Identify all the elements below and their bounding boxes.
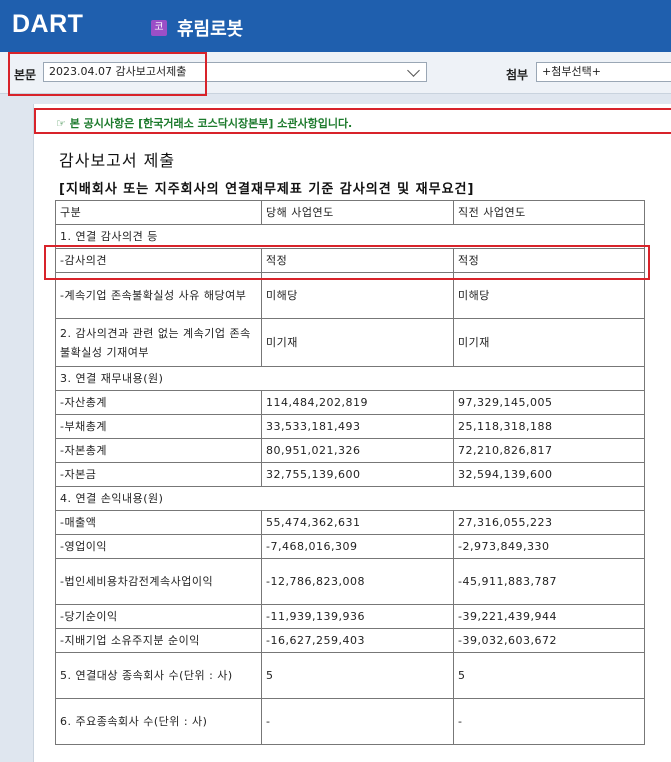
row-label-cell: -부채총계 — [55, 414, 262, 439]
section-header-cell: 4. 연결 손익내용(원) — [55, 486, 645, 511]
table-row: -영업이익 -7,468,016,309 -2,973,849,330 — [55, 534, 645, 559]
dart-logo[interactable]: DART — [12, 10, 83, 39]
row-label-cell: 2. 감사의견과 관련 없는 계속기업 존속 불확실성 기재여부 — [55, 318, 262, 367]
dart-logo-text: DART — [12, 10, 84, 38]
row-label-cell: -지배기업 소유주지분 순이익 — [55, 628, 262, 653]
row-label-cell: -자본금 — [55, 462, 262, 487]
column-header: 구분 — [55, 200, 262, 225]
table-row: 4. 연결 손익내용(원) — [55, 486, 645, 511]
prior-year-cell: - — [453, 698, 645, 745]
table-row: -법인세비용차감전계속사업이익 -12,786,823,008 -45,911,88… — [55, 558, 645, 605]
audit-opinion-row-highlight — [44, 245, 650, 280]
prior-year-cell: 72,210,826,817 — [453, 438, 645, 463]
prior-year-cell: 5 — [453, 652, 645, 699]
current-year-cell: 미기재 — [261, 318, 454, 367]
chevron-down-icon — [407, 64, 420, 77]
column-header: 직전 사업연도 — [453, 200, 645, 225]
table-row: 6. 주요종속회사 수(단위 : 사) - - — [55, 698, 645, 745]
row-label-cell: 5. 연결대상 종속회사 수(단위 : 사) — [55, 652, 262, 699]
company-name[interactable]: 휴림로봇 — [177, 15, 243, 41]
audit-summary-table: 구분 당해 사업연도 직전 사업연도 1. 연결 감사의견 등 -감사의견 적정 적정… — [55, 200, 645, 745]
prior-year-cell: 32,594,139,600 — [453, 462, 645, 487]
table-row: 2. 감사의견과 관련 없는 계속기업 존속 불확실성 기재여부 미기재 미기재 — [55, 318, 645, 367]
current-year-cell: -11,939,139,936 — [261, 604, 454, 629]
prior-year-cell: -45,911,883,787 — [453, 558, 645, 605]
table-row: -지배기업 소유주지분 순이익 -16,627,259,403 -39,032,60… — [55, 628, 645, 653]
prior-year-cell: 미기재 — [453, 318, 645, 367]
table-row: 3. 연결 재무내용(원) — [55, 366, 645, 391]
section-header-cell: 3. 연결 재무내용(원) — [55, 366, 645, 391]
attach-select-value: +첨부선택+ — [542, 65, 601, 78]
current-year-cell: -16,627,259,403 — [261, 628, 454, 653]
document-title: 감사보고서 제출 — [59, 151, 176, 170]
prior-year-cell: 25,118,318,188 — [453, 414, 645, 439]
current-year-cell: - — [261, 698, 454, 745]
column-header: 당해 사업연도 — [261, 200, 454, 225]
dart-header: DART 코 휴림로봇 — [0, 0, 671, 52]
row-label-cell: -영업이익 — [55, 534, 262, 559]
body-select-highlight — [8, 52, 207, 96]
current-year-cell: 33,533,181,493 — [261, 414, 454, 439]
attach-select[interactable]: +첨부선택+ — [536, 62, 671, 82]
disclosure-document: ☞ 본 공시사항은 [한국거래소 코스닥시장본부] 소관사항입니다. 감사보고서… — [33, 104, 671, 762]
table-row: -자본총계 80,951,021,326 72,210,826,817 — [55, 438, 645, 463]
jurisdiction-notice: ☞ 본 공시사항은 [한국거래소 코스닥시장본부] 소관사항입니다. — [34, 108, 671, 134]
row-label-cell: -당기순이익 — [55, 604, 262, 629]
row-label-cell: -법인세비용차감전계속사업이익 — [55, 558, 262, 605]
row-label-cell: 6. 주요종속회사 수(단위 : 사) — [55, 698, 262, 745]
attach-label: 첨부 — [506, 68, 529, 82]
table-row: -자본금 32,755,139,600 32,594,139,600 — [55, 462, 645, 487]
prior-year-cell: 97,329,145,005 — [453, 390, 645, 415]
prior-year-cell: 27,316,055,223 — [453, 510, 645, 535]
current-year-cell: 114,484,202,819 — [261, 390, 454, 415]
table-header-row: 구분 당해 사업연도 직전 사업연도 — [55, 200, 645, 225]
document-subtitle: [지배회사 또는 지주회사의 연결재무제표 기준 감사의견 및 재무요건] — [59, 182, 475, 197]
row-label-cell: -매출액 — [55, 510, 262, 535]
current-year-cell: -7,468,016,309 — [261, 534, 454, 559]
table-row: 5. 연결대상 종속회사 수(단위 : 사) 5 5 — [55, 652, 645, 699]
table-row: -부채총계 33,533,181,493 25,118,318,188 — [55, 414, 645, 439]
kosdaq-market-badge: 코 — [151, 20, 167, 36]
notice-text: ☞ 본 공시사항은 [한국거래소 코스닥시장본부] 소관사항입니다. — [56, 117, 353, 130]
table-row: -자산총계 114,484,202,819 97,329,145,005 — [55, 390, 645, 415]
row-label-cell: -자본총계 — [55, 438, 262, 463]
current-year-cell: 80,951,021,326 — [261, 438, 454, 463]
current-year-cell: 55,474,362,631 — [261, 510, 454, 535]
table-row: -매출액 55,474,362,631 27,316,055,223 — [55, 510, 645, 535]
current-year-cell: -12,786,823,008 — [261, 558, 454, 605]
prior-year-cell: -39,221,439,944 — [453, 604, 645, 629]
table-row: -당기순이익 -11,939,139,936 -39,221,439,944 — [55, 604, 645, 629]
row-label-cell: -자산총계 — [55, 390, 262, 415]
current-year-cell: 32,755,139,600 — [261, 462, 454, 487]
prior-year-cell: -2,973,849,330 — [453, 534, 645, 559]
current-year-cell: 5 — [261, 652, 454, 699]
prior-year-cell: -39,032,603,672 — [453, 628, 645, 653]
